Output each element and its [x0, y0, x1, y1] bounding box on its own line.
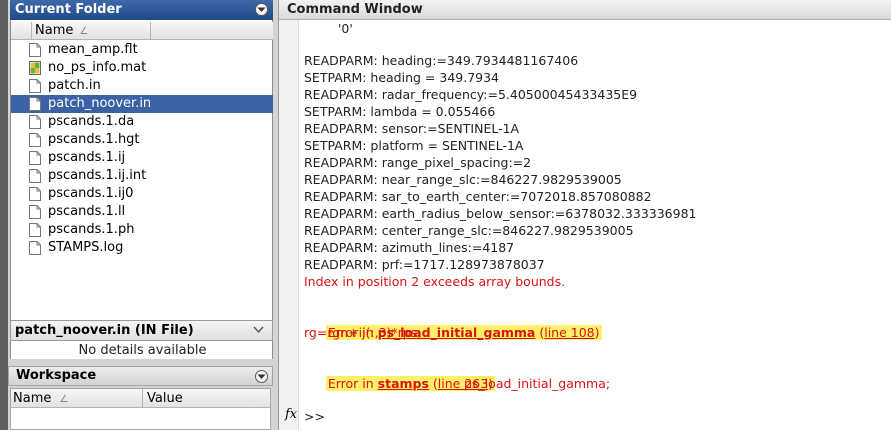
chevron-down-icon[interactable] [253, 326, 264, 334]
file-name: pscands.1.ij0 [48, 186, 134, 201]
file-row[interactable]: pscands.1.ij0 [11, 185, 273, 203]
file-row[interactable]: patch_noover.in [11, 95, 273, 113]
file-icon [29, 169, 41, 183]
file-name: no_ps_info.mat [48, 60, 147, 75]
output-line: READPARM: earth_radius_below_sensor:=637… [304, 206, 697, 221]
output-line: READPARM: sensor:=SENTINEL-1A [304, 121, 520, 136]
output-line: READPARM: sar_to_earth_center:=7072018.8… [304, 189, 652, 204]
file-row[interactable]: pscands.1.ph [11, 221, 273, 239]
output-line: READPARM: center_range_slc:=846227.98295… [304, 223, 634, 238]
details-header[interactable]: patch_noover.in (IN File) [10, 320, 273, 341]
file-row[interactable]: pscands.1.ll [11, 203, 273, 221]
file-icon [29, 187, 41, 201]
desktop-strip [0, 0, 8, 430]
file-name: pscands.1.ll [48, 204, 126, 219]
output-line: READPARM: azimuth_lines:=4187 [304, 240, 515, 255]
command-window-header[interactable]: Command Window [279, 0, 891, 20]
file-row[interactable]: pscands.1.ij.int [11, 167, 273, 185]
command-prompt[interactable]: >> [304, 408, 325, 425]
workspace-table[interactable]: Name ∠ Value [10, 388, 271, 430]
file-name: mean_amp.flt [48, 42, 138, 57]
file-row[interactable]: pscands.1.da [11, 113, 273, 131]
file-name: STAMPS.log [48, 240, 124, 255]
file-name: pscands.1.ij [48, 150, 126, 165]
file-row[interactable]: mean_amp.flt [11, 41, 273, 59]
file-icon [29, 223, 41, 237]
output-line: '0' [338, 21, 353, 36]
error-line-link[interactable]: line 108 [544, 325, 594, 340]
function-browser-icon[interactable]: fx [285, 407, 297, 422]
mat-file-icon [29, 61, 41, 75]
workspace-value-column[interactable]: Value [144, 389, 183, 408]
file-icon [29, 205, 41, 219]
left-column: Current Folder Name ∠ mean_amp.flt no_ps_i… [0, 0, 278, 430]
file-icon [29, 43, 41, 57]
chevron-down-icon [257, 374, 266, 379]
output-line: READPARM: prf:=1717.128973878037 [304, 257, 545, 272]
file-row[interactable]: STAMPS.log [11, 239, 273, 257]
output-line: SETPARM: platform = SENTINEL-1A [304, 138, 524, 153]
workspace-table-header: Name ∠ Value [11, 389, 270, 408]
current-folder-header[interactable]: Current Folder [10, 0, 273, 20]
command-output[interactable]: '0' READPARM: heading:=349.7934481167406… [304, 20, 890, 430]
current-folder-actions-button[interactable] [255, 3, 268, 16]
workspace-title: Workspace [16, 368, 97, 383]
error-code-line: rg=rgn+ij(:,3)*rps; [304, 325, 422, 340]
error-message: Index in position 2 exceeds array bounds… [304, 274, 566, 289]
file-name: pscands.1.ij.int [48, 168, 147, 183]
command-window-title: Command Window [287, 2, 423, 17]
sort-indicator-icon: ∠ [59, 394, 69, 405]
name-column-header[interactable]: Name ∠ [31, 22, 151, 40]
file-name: patch_noover.in [48, 96, 152, 111]
file-name: patch.in [48, 78, 101, 93]
file-list-header: Name ∠ [11, 22, 273, 40]
error-function-link[interactable]: stamps [378, 376, 429, 391]
workspace-header[interactable]: Workspace [8, 366, 273, 386]
file-icon [29, 115, 41, 129]
file-row[interactable]: patch.in [11, 77, 273, 95]
command-window-gutter [279, 20, 299, 430]
command-window[interactable]: Command Window fx '0' READPARM: heading:… [278, 0, 891, 430]
current-folder-title: Current Folder [15, 2, 122, 17]
file-row[interactable]: no_ps_info.mat [11, 59, 273, 77]
error-code-line: ps_load_initial_gamma; [464, 376, 611, 391]
output-line: READPARM: heading:=349.7934481167406 [304, 53, 579, 68]
output-line: READPARM: radar_frequency:=5.40500045433… [304, 87, 638, 102]
error-trace-1: Error in ps_load_initial_gamma (line 108… [304, 307, 602, 340]
workspace-name-column[interactable]: Name ∠ [13, 389, 143, 408]
details-title: patch_noover.in (IN File) [15, 323, 194, 338]
error-trace-2: Error in stamps (line 263) [304, 358, 496, 391]
file-icon [29, 79, 41, 93]
details-text: No details available [78, 343, 207, 358]
details-body: No details available [10, 341, 273, 359]
file-name: pscands.1.da [48, 114, 135, 129]
output-line: SETPARM: heading = 349.7934 [304, 70, 500, 85]
file-icon [29, 97, 41, 111]
sort-indicator-icon: ∠ [79, 26, 89, 37]
workspace-actions-button[interactable] [255, 370, 268, 383]
file-row[interactable]: pscands.1.hgt [11, 131, 273, 149]
file-row[interactable]: pscands.1.ij [11, 149, 273, 167]
chevron-down-icon [257, 7, 266, 12]
output-line: SETPARM: lambda = 0.055466 [304, 104, 496, 119]
file-name: pscands.1.ph [48, 222, 135, 237]
output-line: READPARM: near_range_slc:=846227.9829539… [304, 172, 622, 187]
file-icon [29, 133, 41, 147]
file-icon [29, 151, 41, 165]
file-name: pscands.1.hgt [48, 132, 140, 147]
file-icon [29, 241, 41, 255]
file-list[interactable]: Name ∠ mean_amp.flt no_ps_info.mat patch.in… [10, 20, 273, 320]
output-line: READPARM: range_pixel_spacing:=2 [304, 155, 532, 170]
